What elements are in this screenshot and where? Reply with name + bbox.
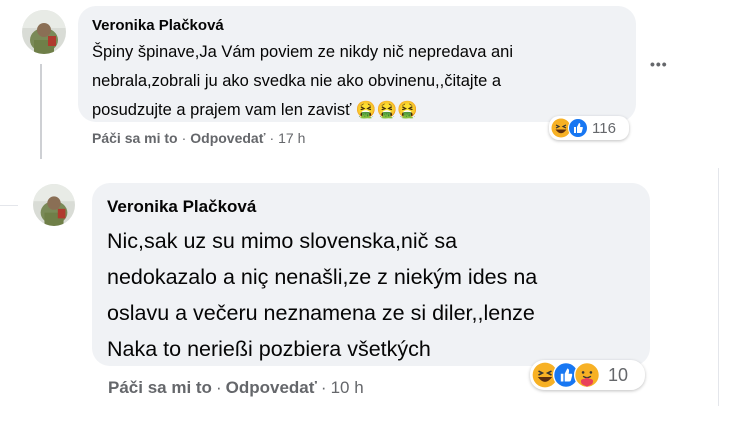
comment-actions: Páči sa mi to · Odpovedať · 10 h — [108, 378, 364, 398]
reply-link[interactable]: Odpovedať — [226, 378, 317, 397]
thread-line — [40, 64, 42, 159]
divider — [718, 168, 719, 406]
reaction-count: 116 — [592, 119, 616, 137]
reaction-summary[interactable]: 10 — [530, 360, 645, 390]
reaction-summary[interactable]: 116 — [549, 116, 629, 140]
comment-text: Nic,sak uz su mimo slovenska,nič sa nedo… — [107, 223, 635, 367]
care-icon — [574, 362, 600, 388]
divider — [0, 205, 18, 206]
comment-author[interactable]: Veronika Plačková — [107, 197, 635, 217]
comment-text-line: nedokazalo a niç nenašli,ze z niekým ide… — [107, 265, 538, 289]
comment-text-line: Nic,sak uz su mimo slovenska,nič sa — [107, 229, 458, 253]
more-options-button[interactable]: ••• — [650, 56, 668, 72]
comment-text: Špiny špinave,Ja Vám poviem ze nikdy nič… — [92, 38, 622, 125]
separator: · — [181, 130, 187, 146]
avatar[interactable] — [22, 10, 66, 54]
comment-text-line: oslavu a večeru neznamena ze si diler,,l… — [107, 301, 535, 325]
separator: · — [269, 130, 275, 146]
separator: · — [320, 378, 327, 397]
reply-link[interactable]: Odpovedať — [190, 130, 265, 146]
comment-bubble: Veronika Plačková Nic,sak uz su mimo slo… — [92, 183, 650, 366]
like-icon — [568, 118, 588, 138]
comment-text-line: posudzujte a prajem vam len zavisť 🤮🤮🤮 — [92, 101, 418, 119]
avatar-photo-icon — [22, 10, 66, 54]
comment-text-line: nebrala,zobrali ju ako svedka nie ako ob… — [92, 72, 502, 90]
comment-bubble: Veronika Plačková Špiny špinave,Ja Vám p… — [78, 6, 636, 122]
like-link[interactable]: Páči sa mi to — [108, 378, 212, 397]
separator: · — [215, 378, 222, 397]
comment-actions: Páči sa mi to · Odpovedať · 17 h — [92, 130, 305, 146]
timestamp[interactable]: 17 h — [278, 130, 305, 146]
like-link[interactable]: Páči sa mi to — [92, 130, 178, 146]
avatar-photo-icon — [33, 184, 75, 226]
comment-author[interactable]: Veronika Plačková — [92, 17, 622, 35]
reaction-count: 10 — [608, 364, 629, 385]
avatar[interactable] — [33, 184, 75, 226]
timestamp[interactable]: 10 h — [331, 378, 364, 397]
comment-text-line: Špiny špinave,Ja Vám poviem ze nikdy nič… — [92, 43, 513, 61]
